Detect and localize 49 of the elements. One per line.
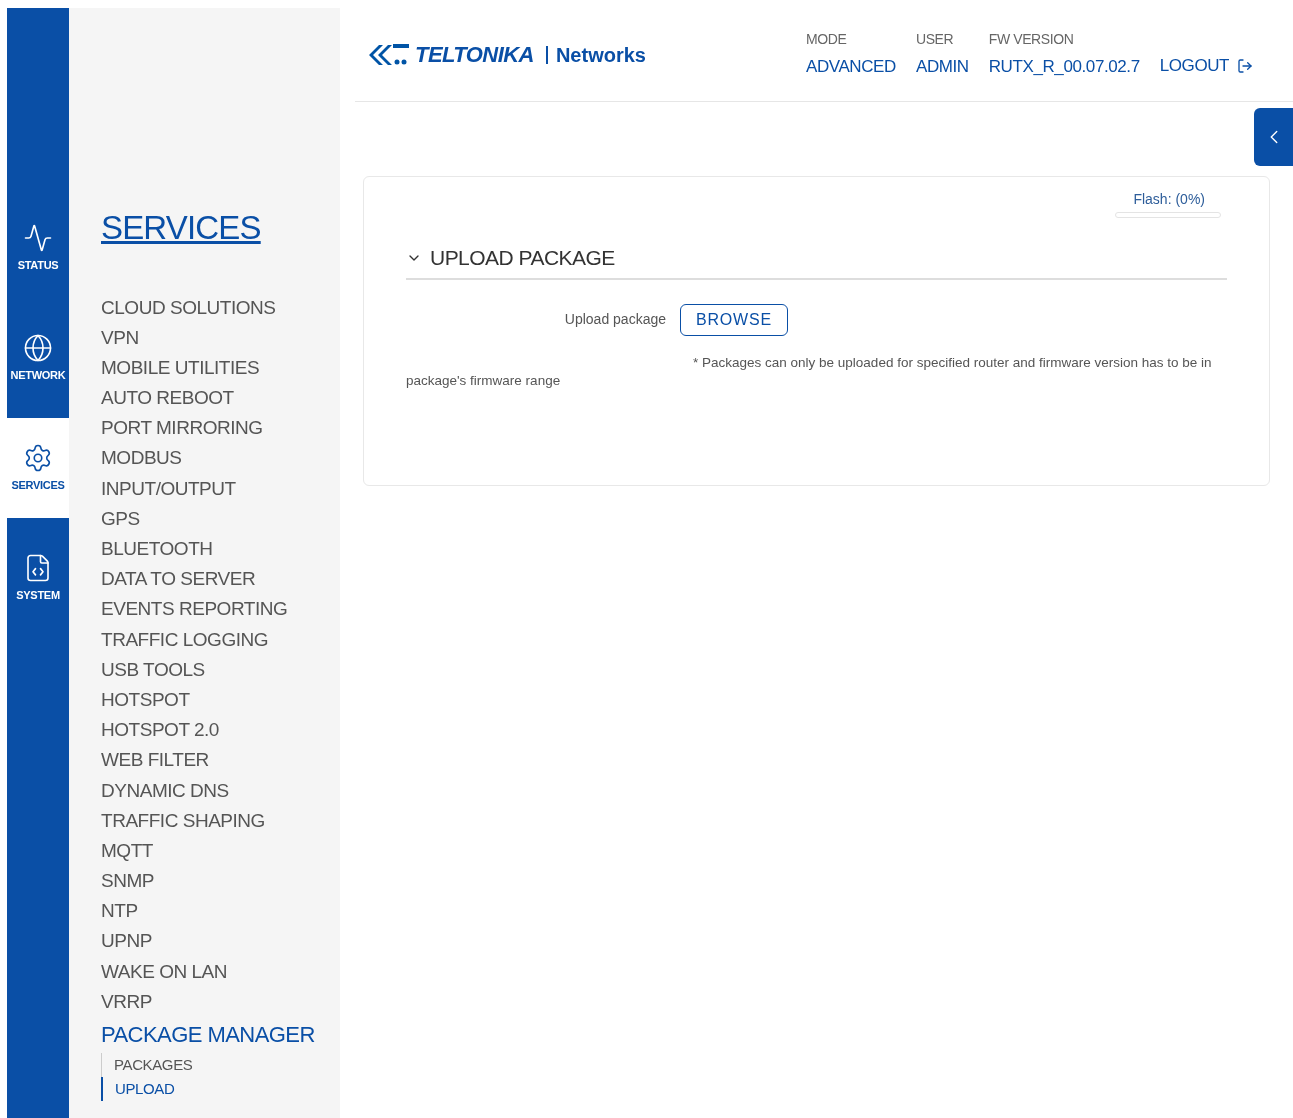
submenu-title: SERVICES [101,208,262,248]
header-label: USER [915,30,955,50]
submenu-item[interactable]: HOTSPOT 2.0 [101,715,340,746]
submenu-item[interactable]: GPS [101,503,340,534]
submenu-item[interactable]: CLOUD SOLUTIONS [101,292,340,323]
header-label: FW VERSION [988,30,1075,50]
nav-rail-item[interactable]: SERVICES [7,418,69,518]
field-label: Upload package [563,310,667,329]
submenu-item[interactable]: MQTT [101,835,340,867]
submenu-item[interactable]: NTP [101,896,340,927]
header-value: ADVANCED [805,56,896,79]
submenu-item[interactable]: SNMP [101,866,340,897]
submenu-item[interactable]: UPNP [101,926,340,957]
submenu-subitem[interactable]: PACKAGES [101,1053,340,1077]
logout-button[interactable]: LOGOUT [1159,52,1253,79]
header-value: RUTX_R_00.07.02.7 [988,56,1140,79]
submenu-item[interactable]: DATA TO SERVER [101,564,340,595]
submenu-item[interactable]: PACKAGE MANAGER [101,1017,340,1053]
submenu-item[interactable]: WAKE ON LAN [101,956,340,987]
logo-suffix: Networks [545,45,646,64]
browse-button[interactable]: BROWSE [680,303,788,336]
submenu-item[interactable]: TRAFFIC LOGGING [101,624,340,655]
globe-icon [23,332,53,363]
submenu-item[interactable]: VRRP [101,986,340,1017]
submenu-item[interactable]: TRAFFIC SHAPING [101,805,340,836]
submenu-item[interactable]: EVENTS REPORTING [101,594,340,625]
upload-note: * Packages can only be uploaded for specified router and firmware version has to be in package's firmware range [406,353,1213,390]
submenu-item[interactable]: MODBUS [101,443,340,474]
submenu-item[interactable]: MOBILE UTILITIES [101,352,340,384]
submenu-item[interactable]: PORT MIRRORING [101,413,340,444]
gear-icon [23,442,53,473]
logo-brand: TELTONIKA [415,41,534,69]
section-header[interactable]: UPLOAD PACKAGE [406,242,1227,280]
submenu-item[interactable]: BLUETOOTH [101,534,340,565]
header-label: MODE [805,30,848,50]
submenu-item[interactable]: WEB FILTER [101,745,340,776]
submenu-subitem[interactable]: UPLOAD [101,1077,340,1101]
logo-icon [367,41,411,68]
submenu-item[interactable]: HOTSPOT [101,684,340,716]
pulse-icon [23,222,53,253]
collapse-button[interactable] [1254,108,1293,166]
logout-icon [1237,57,1253,74]
header-value: ADMIN [915,56,969,79]
submenu-item[interactable]: DYNAMIC DNS [101,775,340,806]
submenu-item[interactable]: AUTO REBOOT [101,383,340,414]
flash-label: Flash: (0%) [1133,190,1205,209]
submenu-item[interactable]: INPUT/OUTPUT [101,473,340,504]
submenu-item[interactable]: USB TOOLS [101,654,340,685]
submenu-item[interactable]: VPN [101,322,340,353]
